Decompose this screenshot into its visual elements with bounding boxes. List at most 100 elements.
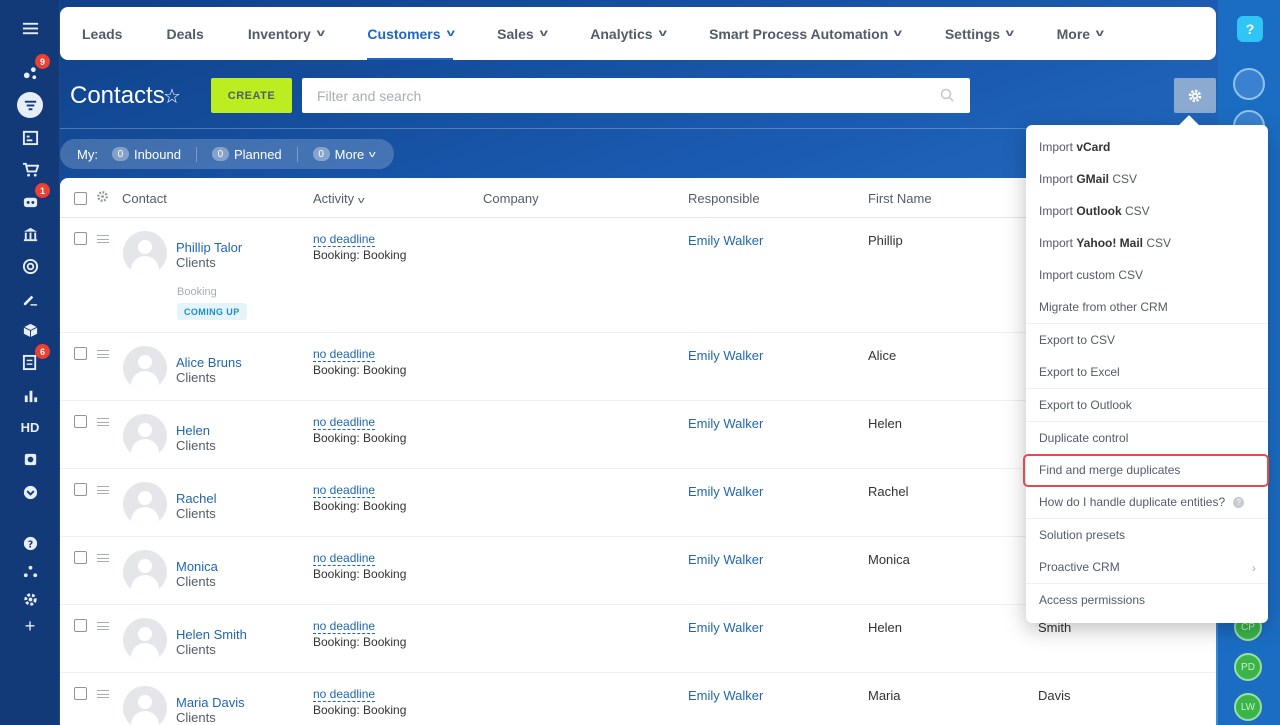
drag-handle-icon[interactable] <box>97 554 109 562</box>
signature-icon[interactable] <box>18 286 42 310</box>
row-checkbox[interactable] <box>74 619 87 632</box>
nav-inventory[interactable]: Inventory v <box>248 7 325 60</box>
menu-export-excel[interactable]: Export to Excel <box>1039 365 1120 379</box>
help-button[interactable]: ? <box>1237 16 1263 42</box>
deadline-link[interactable]: no deadline <box>313 620 376 634</box>
contact-name-link[interactable]: Alice Bruns <box>176 355 242 370</box>
search-icon[interactable] <box>940 88 954 102</box>
select-all-checkbox[interactable] <box>74 192 87 205</box>
row-checkbox[interactable] <box>74 551 87 564</box>
nav-sales[interactable]: Sales v <box>497 7 548 60</box>
crm-filter-icon[interactable] <box>17 92 43 118</box>
column-contact[interactable]: Contact <box>122 191 167 206</box>
counter-inbound[interactable]: 0 Inbound <box>111 146 197 162</box>
contact-name-link[interactable]: Rachel <box>176 491 216 506</box>
nav-more[interactable]: More v <box>1057 7 1104 60</box>
contact-name-link[interactable]: Helen <box>176 423 210 438</box>
bank-icon[interactable] <box>18 222 42 246</box>
row-checkbox[interactable] <box>74 347 87 360</box>
menu-access-permissions[interactable]: Access permissions <box>1039 593 1145 607</box>
copilot-icon[interactable] <box>1233 68 1265 100</box>
column-activity[interactable]: Activity v <box>313 191 365 206</box>
responsible-link[interactable]: Emily Walker <box>688 688 763 703</box>
drag-handle-icon[interactable] <box>97 622 109 630</box>
row-checkbox[interactable] <box>74 687 87 700</box>
menu-export-outlook[interactable]: Export to Outlook <box>1039 398 1132 412</box>
deadline-link[interactable]: no deadline <box>313 233 376 247</box>
deadline-link[interactable]: no deadline <box>313 348 376 362</box>
tasks-icon[interactable]: 6 <box>18 344 50 374</box>
robot-icon[interactable]: 1 <box>18 183 50 213</box>
more-chevron-icon[interactable] <box>18 480 42 504</box>
contact-name-link[interactable]: Maria Davis <box>176 695 245 710</box>
menu-import-vcard[interactable]: Import vCard <box>1039 140 1110 154</box>
menu-duplicate-control[interactable]: Duplicate control <box>1039 431 1128 445</box>
row-checkbox[interactable] <box>74 232 87 245</box>
help-circle-icon[interactable]: ? <box>18 531 42 555</box>
menu-solution-presets[interactable]: Solution presets <box>1039 528 1125 542</box>
analytics-icon[interactable] <box>18 383 42 407</box>
counter-more[interactable]: 0 More v <box>312 147 390 162</box>
drag-handle-icon[interactable] <box>97 486 109 494</box>
nav-leads[interactable]: Leads <box>82 7 122 60</box>
search-input[interactable] <box>302 78 970 113</box>
column-responsible[interactable]: Responsible <box>688 191 760 206</box>
menu-import-outlook[interactable]: Import Outlook CSV <box>1039 204 1150 218</box>
table-row[interactable]: Maria Davis Clients no deadline Booking:… <box>60 673 1216 725</box>
responsible-link[interactable]: Emily Walker <box>688 416 763 431</box>
contact-name-link[interactable]: Helen Smith <box>176 627 247 642</box>
add-plus-icon[interactable]: + <box>18 614 42 638</box>
avatar[interactable]: LW <box>1234 693 1262 721</box>
calendar-icon[interactable] <box>18 125 42 149</box>
hamburger-menu-icon[interactable] <box>18 16 42 40</box>
drag-handle-icon[interactable] <box>97 690 109 698</box>
contact-name-link[interactable]: Monica <box>176 559 218 574</box>
menu-import-yahoo[interactable]: Import Yahoo! Mail CSV <box>1039 236 1171 250</box>
activity-stream-icon[interactable]: 9 <box>18 54 50 84</box>
nav-settings[interactable]: Settings v <box>945 7 1014 60</box>
row-checkbox[interactable] <box>74 483 87 496</box>
nav-smart-process-automation[interactable]: Smart Process Automation v <box>709 7 902 60</box>
responsible-link[interactable]: Emily Walker <box>688 620 763 635</box>
responsible-link[interactable]: Emily Walker <box>688 348 763 363</box>
drag-handle-icon[interactable] <box>97 350 109 358</box>
create-button[interactable]: CREATE <box>211 78 292 113</box>
nav-deals[interactable]: Deals <box>166 7 203 60</box>
menu-proactive-crm[interactable]: Proactive CRM <box>1039 560 1120 574</box>
drag-handle-icon[interactable] <box>97 235 109 243</box>
contact-center-icon[interactable] <box>18 447 42 471</box>
settings-gear-icon[interactable] <box>18 587 42 611</box>
row-checkbox[interactable] <box>74 415 87 428</box>
responsible-link[interactable]: Emily Walker <box>688 484 763 499</box>
deadline-link[interactable]: no deadline <box>313 484 376 498</box>
nav-label: Deals <box>166 25 204 42</box>
helpdesk-icon[interactable]: HD <box>18 415 42 439</box>
drag-handle-icon[interactable] <box>97 418 109 426</box>
box-icon[interactable] <box>18 318 42 342</box>
deadline-link[interactable]: no deadline <box>313 688 376 702</box>
menu-import-custom-csv[interactable]: Import custom CSV <box>1039 268 1143 282</box>
deadline-link[interactable]: no deadline <box>313 552 376 566</box>
menu-find-merge-duplicates[interactable]: Find and merge duplicates <box>1039 463 1180 477</box>
menu-migrate-crm[interactable]: Migrate from other CRM <box>1039 300 1168 314</box>
sitemap-icon[interactable] <box>18 559 42 583</box>
counter-planned[interactable]: 0 Planned <box>211 146 298 162</box>
shopping-cart-icon[interactable] <box>18 157 42 181</box>
deadline-link[interactable]: no deadline <box>313 416 376 430</box>
menu-handle-duplicates-help[interactable]: How do I handle duplicate entities?? <box>1039 495 1245 509</box>
menu-export-csv[interactable]: Export to CSV <box>1039 333 1115 347</box>
nav-customers[interactable]: Customers v <box>367 7 455 60</box>
nav-analytics[interactable]: Analytics v <box>590 7 666 60</box>
settings-button[interactable] <box>1174 78 1216 113</box>
responsible-link[interactable]: Emily Walker <box>688 552 763 567</box>
menu-import-gmail[interactable]: Import GMail CSV <box>1039 172 1137 186</box>
column-company[interactable]: Company <box>483 191 539 206</box>
column-first-name[interactable]: First Name <box>868 191 932 206</box>
contact-name-link[interactable]: Phillip Talor <box>176 240 242 255</box>
star-icon[interactable]: ☆ <box>163 84 181 109</box>
column-settings-icon[interactable] <box>96 190 109 206</box>
target-icon[interactable] <box>18 254 42 278</box>
question-mark-icon[interactable]: ? <box>1233 497 1245 508</box>
responsible-link[interactable]: Emily Walker <box>688 233 763 248</box>
avatar[interactable]: PD <box>1234 653 1262 681</box>
